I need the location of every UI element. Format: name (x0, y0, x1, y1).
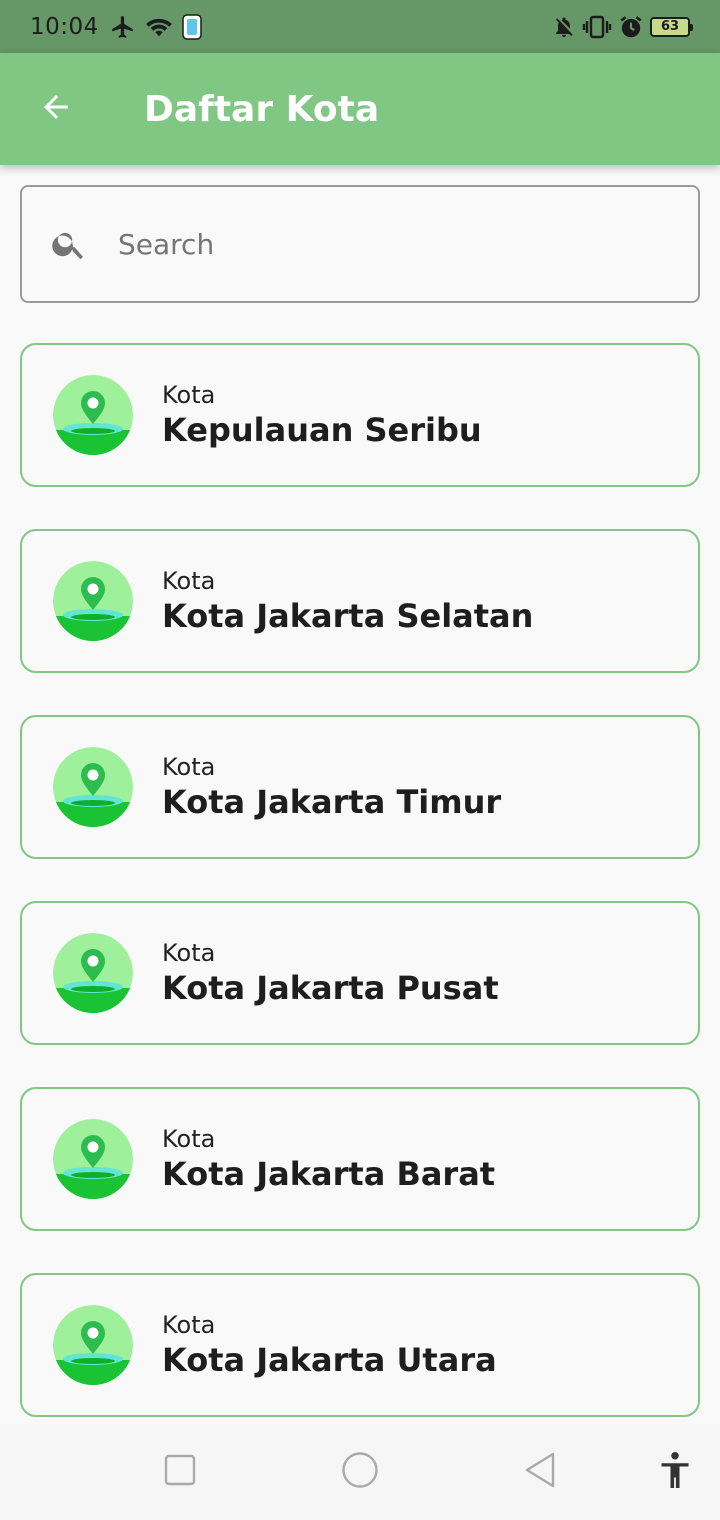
map-pin-icon (52, 1304, 134, 1386)
map-pin-icon (52, 746, 134, 828)
back-triangle-icon (523, 1451, 557, 1493)
page-title: Daftar Kota (144, 88, 380, 130)
city-type-label: Kota (162, 939, 216, 967)
search-box[interactable] (20, 185, 700, 303)
city-list-item[interactable]: Kota Kota Jakarta Timur (20, 715, 700, 859)
city-text: Kota Kota Jakarta Barat (162, 1125, 495, 1193)
map-pin-icon (52, 374, 134, 456)
map-pin-icon (52, 1118, 134, 1200)
back-nav-button[interactable] (510, 1442, 570, 1502)
city-list-item[interactable]: Kota Kepulauan Seribu (20, 343, 700, 487)
city-list: Kota Kepulauan Seribu Kota Kota Jakarta … (20, 343, 700, 1417)
city-text: Kota Kota Jakarta Pusat (162, 939, 499, 1007)
city-type-label: Kota (162, 381, 216, 409)
city-list-item[interactable]: Kota Kota Jakarta Pusat (20, 901, 700, 1045)
phone-screen-icon (181, 13, 203, 40)
city-type-label: Kota (162, 1125, 216, 1153)
home-circle-icon (341, 1451, 379, 1493)
city-name: Kota Jakarta Timur (162, 783, 502, 821)
alarm-icon (618, 14, 644, 40)
battery-icon: 63 (650, 16, 693, 37)
status-right-icons: 63 (552, 14, 693, 40)
status-bar: 10:04 63 (0, 0, 720, 53)
accessibility-icon (657, 1450, 693, 1494)
map-pin-icon (52, 560, 134, 642)
back-button[interactable] (0, 53, 112, 165)
home-button[interactable] (330, 1442, 390, 1502)
city-name: Kota Jakarta Utara (162, 1341, 497, 1379)
mute-bell-icon (552, 14, 576, 40)
status-left-icons (109, 13, 203, 40)
city-type-label: Kota (162, 567, 216, 595)
search-icon (50, 225, 88, 263)
arrow-back-icon (38, 89, 74, 129)
map-pin-icon (52, 932, 134, 1014)
city-name: Kota Jakarta Barat (162, 1155, 496, 1193)
recents-square-icon (164, 1454, 196, 1490)
city-name: Kota Jakarta Selatan (162, 597, 534, 635)
system-nav-bar (0, 1424, 720, 1520)
vibrate-icon (582, 14, 612, 40)
city-text: Kota Kota Jakarta Timur (162, 753, 501, 821)
app-bar: Daftar Kota (0, 53, 720, 165)
recents-button[interactable] (150, 1442, 210, 1502)
city-text: Kota Kepulauan Seribu (162, 381, 482, 449)
city-list-item[interactable]: Kota Kota Jakarta Utara (20, 1273, 700, 1417)
battery-level: 63 (660, 19, 680, 34)
airplane-icon (109, 14, 137, 40)
city-text: Kota Kota Jakarta Selatan (162, 567, 533, 635)
city-text: Kota Kota Jakarta Utara (162, 1311, 497, 1379)
city-name: Kota Jakarta Pusat (162, 969, 499, 1007)
wifi-icon (145, 15, 173, 39)
city-type-label: Kota (162, 1311, 216, 1339)
city-name: Kepulauan Seribu (162, 411, 482, 449)
accessibility-button[interactable] (645, 1442, 705, 1502)
city-list-item[interactable]: Kota Kota Jakarta Barat (20, 1087, 700, 1231)
city-type-label: Kota (162, 753, 216, 781)
search-input[interactable] (118, 227, 618, 261)
status-time: 10:04 (30, 13, 99, 40)
city-list-item[interactable]: Kota Kota Jakarta Selatan (20, 529, 700, 673)
